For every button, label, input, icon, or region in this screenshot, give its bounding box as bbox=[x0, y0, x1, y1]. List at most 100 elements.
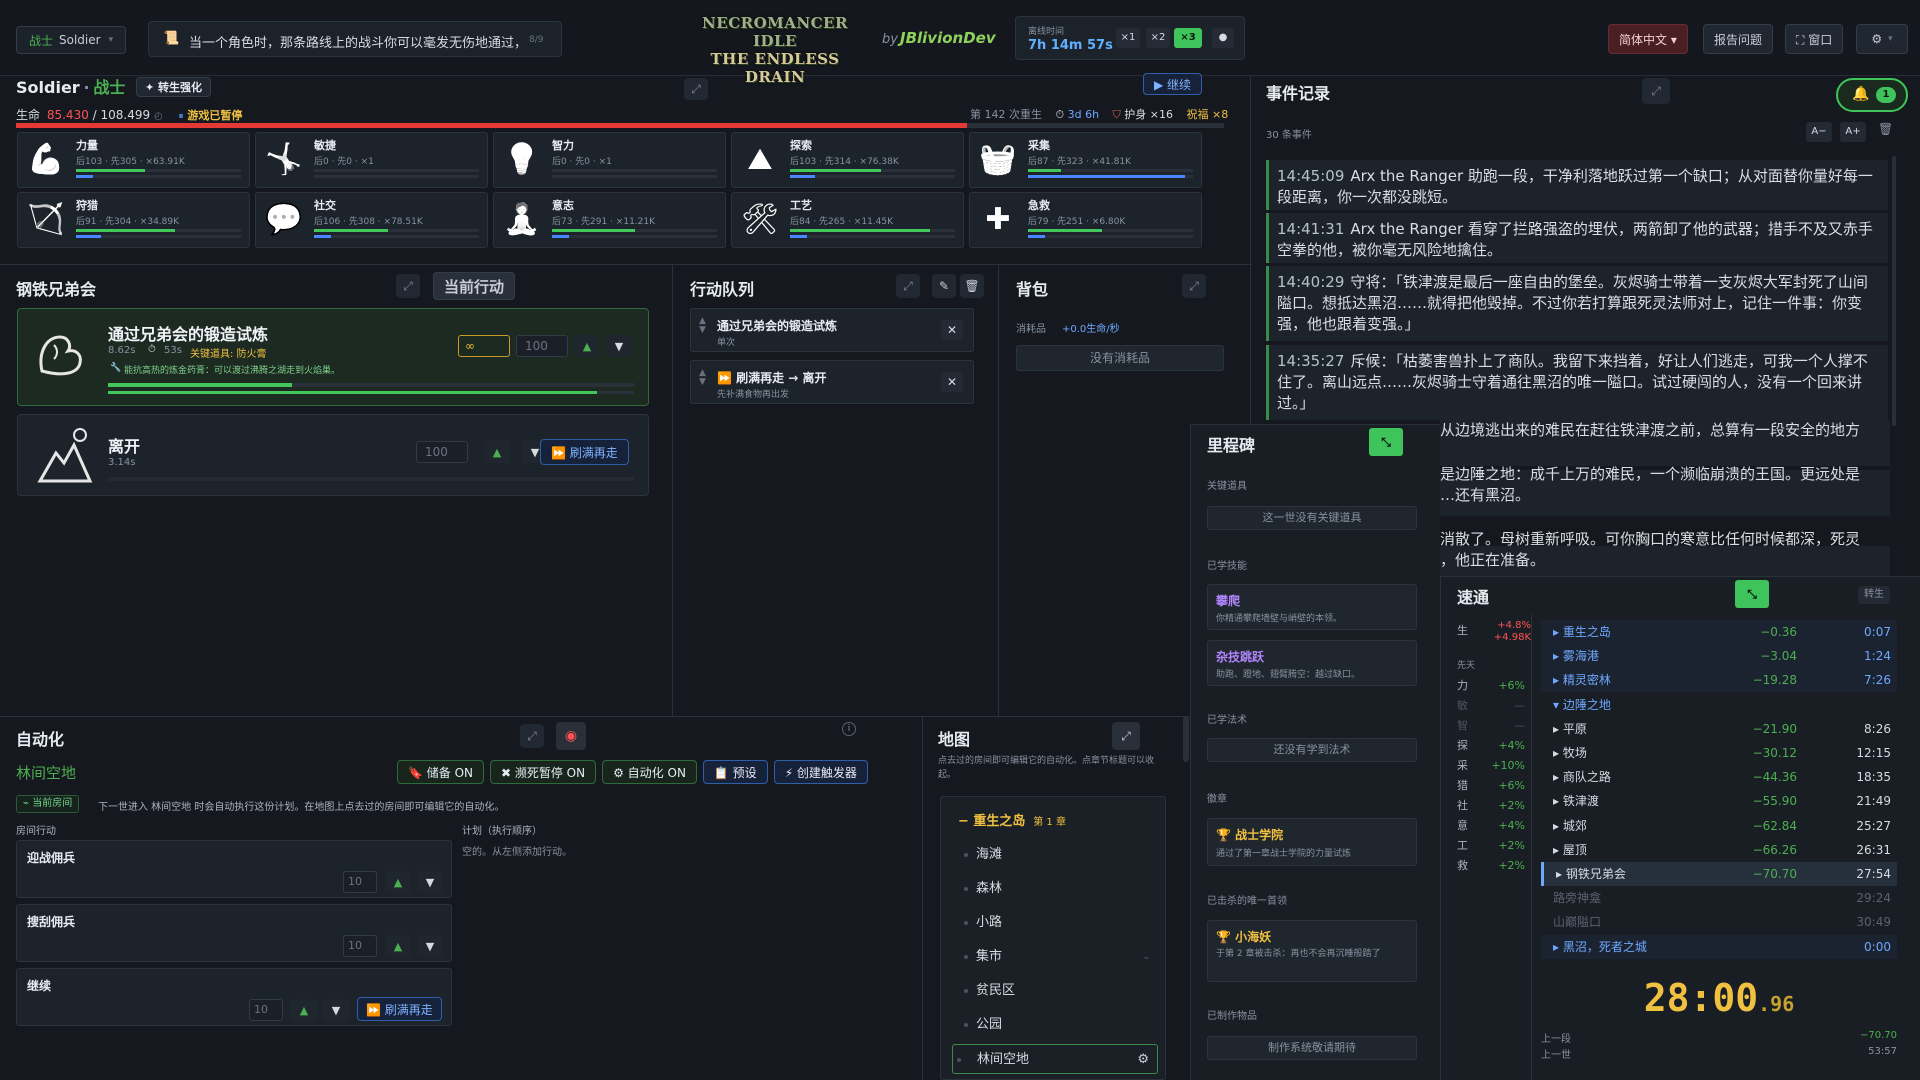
language-selector[interactable]: 简体中文 ▾ bbox=[1608, 24, 1688, 54]
map-room[interactable]: 公园 bbox=[960, 1010, 1160, 1040]
action-card[interactable]: 通过兄弟会的锻造试炼 8.62s ⏱ 53s 关键道具: 防火膏 🔧 能抗高热的… bbox=[17, 308, 649, 406]
split-row[interactable]: ▸ 平原 −21.90 8:26 bbox=[1541, 717, 1897, 741]
room-action-card[interactable]: 迎战佣兵 10 ▲ ▼ bbox=[16, 840, 452, 898]
expand-icon[interactable]: ⤢ bbox=[1642, 78, 1670, 104]
tip-box[interactable]: 📜 当一个角色时，那条路线上的战斗你可以毫发无伤地通过，降 8/9 bbox=[148, 21, 562, 57]
collapse-icon[interactable]: ⤡ bbox=[1735, 580, 1769, 608]
split-name: 路旁神龛 bbox=[1553, 891, 1602, 906]
hunt-icon: 🏹 bbox=[27, 202, 65, 237]
settings-button[interactable]: ⚙ ▾ bbox=[1856, 24, 1908, 54]
quantity-input[interactable]: 10 bbox=[249, 999, 283, 1021]
font-increase-button[interactable]: A+ bbox=[1840, 122, 1866, 142]
quantity-input[interactable]: 10 bbox=[343, 935, 377, 957]
map-room[interactable]: 小路 bbox=[960, 908, 1160, 938]
expand-icon[interactable]: ⤢ bbox=[1182, 274, 1206, 298]
rebirth-tag[interactable]: 转生 bbox=[1858, 586, 1890, 604]
info-icon[interactable]: i bbox=[842, 722, 856, 736]
room-action-card[interactable]: 搜刮佣兵 10 ▲ ▼ bbox=[16, 904, 452, 962]
split-row[interactable]: ▸ 重生之岛 −0.36 0:07 bbox=[1541, 620, 1897, 644]
increase-button[interactable]: ▲ bbox=[385, 935, 411, 957]
speed-x3-button[interactable]: ×3 bbox=[1174, 28, 1202, 48]
tab-current-action[interactable]: 当前行动 bbox=[433, 272, 516, 300]
split-row[interactable]: ▸ 雾海港 −3.04 1:24 bbox=[1541, 644, 1897, 669]
quantity-input[interactable]: 10 bbox=[343, 871, 377, 893]
automation-toggle[interactable]: ⚙ 自动化 ON bbox=[602, 760, 697, 784]
presets-button[interactable]: 📋 预设 bbox=[702, 760, 768, 784]
quantity-input[interactable]: 100 bbox=[416, 441, 468, 463]
notifications-button[interactable]: 🔔 1 bbox=[1836, 78, 1908, 112]
split-row[interactable]: ▸ 黑沼，死者之城 0:00 bbox=[1541, 934, 1897, 959]
split-delta: −70.70 bbox=[1752, 867, 1797, 881]
speed-x1-button[interactable]: ×1 bbox=[1116, 28, 1140, 48]
expand-icon[interactable]: ⤢ bbox=[1112, 722, 1140, 750]
stat-value: +6% bbox=[1498, 779, 1525, 792]
map-room[interactable]: 海滩 bbox=[960, 840, 1160, 870]
eye-icon[interactable]: ◉ bbox=[556, 722, 586, 750]
action-card[interactable]: 离开 3.14s 100 ▲ ▼ ⏩ 刷满再走 bbox=[17, 414, 649, 496]
learned-skills-label: 已学技能 bbox=[1207, 561, 1247, 572]
split-row[interactable]: ▸ 钢铁兄弟会 −70.70 27:54 bbox=[1541, 862, 1897, 886]
split-row[interactable]: ▸ 牧场 −30.12 12:15 bbox=[1541, 741, 1897, 765]
drag-handle-icon[interactable]: ▲ ▼ bbox=[699, 369, 706, 387]
speed-x2-button[interactable]: ×2 bbox=[1146, 28, 1170, 48]
expand-icon[interactable]: ⤢ bbox=[396, 274, 420, 298]
split-row[interactable]: 山巅隘口 30:49 bbox=[1541, 910, 1897, 934]
trash-icon[interactable]: 🗑 bbox=[1878, 122, 1893, 136]
continue-button[interactable]: ▶ 继续 bbox=[1143, 73, 1203, 95]
increase-button[interactable]: ▲ bbox=[385, 871, 411, 893]
decrease-button[interactable]: ▼ bbox=[417, 935, 443, 957]
scrollbar[interactable] bbox=[1183, 716, 1189, 762]
skill-bar-1-fill bbox=[552, 229, 635, 232]
drag-handle-icon[interactable]: ▲ ▼ bbox=[699, 317, 706, 335]
repeat-until-full-button[interactable]: ⏩ 刷满再走 bbox=[357, 997, 442, 1021]
chevron-down-icon[interactable]: ⌄ bbox=[1142, 942, 1150, 972]
split-row[interactable]: ▸ 精灵密林 −19.28 7:26 bbox=[1541, 668, 1897, 693]
expand-icon[interactable]: ⤢ bbox=[896, 274, 920, 298]
close-icon[interactable]: ✕ bbox=[941, 320, 963, 340]
trash-icon[interactable]: 🗑 bbox=[960, 274, 984, 298]
gear-icon[interactable]: ⚙ bbox=[1137, 1045, 1149, 1075]
decrease-button[interactable]: ▼ bbox=[323, 999, 349, 1021]
decrease-button[interactable]: ▼ bbox=[606, 335, 632, 357]
reserve-toggle[interactable]: 🔖 储备 ON bbox=[397, 760, 484, 784]
room-action-card[interactable]: 继续 10 ▲ ▼ ⏩ 刷满再走 bbox=[16, 968, 452, 1026]
map-room[interactable]: 贫民区 bbox=[960, 976, 1160, 1006]
split-row[interactable]: ▸ 商队之路 −44.36 18:35 bbox=[1541, 765, 1897, 789]
split-row[interactable]: ▸ 屋顶 −66.26 26:31 bbox=[1541, 838, 1897, 862]
pencil-icon[interactable]: ✎ bbox=[932, 274, 956, 298]
expand-icon[interactable]: ⤢ bbox=[684, 78, 708, 100]
split-row[interactable]: 路旁神龛 29:24 bbox=[1541, 886, 1897, 910]
pause-on-death-toggle[interactable]: ✖ 濒死暂停 ON bbox=[490, 760, 597, 784]
map-room[interactable]: 林间空地 ⚙ bbox=[952, 1044, 1158, 1074]
font-decrease-button[interactable]: A− bbox=[1806, 122, 1832, 142]
create-trigger-button[interactable]: ⚡ 创建触发器 bbox=[773, 760, 868, 784]
repeat-until-full-button[interactable]: ⏩ 刷满再走 bbox=[540, 439, 629, 465]
increase-button[interactable]: ▲ bbox=[484, 441, 510, 463]
increase-button[interactable]: ▲ bbox=[291, 999, 317, 1021]
collapse-icon[interactable]: ⤡ bbox=[1369, 428, 1403, 456]
increase-button[interactable]: ▲ bbox=[574, 335, 600, 357]
map-room[interactable]: 集市 ⌄ bbox=[960, 942, 1160, 972]
stat-key: 生 bbox=[1457, 624, 1468, 637]
chapter-header[interactable]: − 重生之岛 第 1 章 bbox=[958, 810, 1066, 829]
decrease-button[interactable]: ▼ bbox=[417, 871, 443, 893]
stat-key: 敏 bbox=[1457, 699, 1468, 712]
ghost-icon[interactable]: ● bbox=[1212, 28, 1234, 48]
events-scrollbar[interactable] bbox=[1892, 156, 1896, 426]
report-issue-button[interactable]: 报告问题 bbox=[1703, 24, 1774, 54]
expand-icon[interactable]: ⤢ bbox=[520, 724, 544, 748]
map-room[interactable]: 森林 bbox=[960, 874, 1160, 904]
queue-item[interactable]: ▲ ▼ ⏩ 刷满再走 → 离开 先补满食物再出发 ✕ bbox=[690, 360, 974, 404]
class-selector[interactable]: 战士 Soldier ▾ bbox=[16, 26, 127, 54]
split-row[interactable]: ▸ 铁津渡 −55.90 21:49 bbox=[1541, 789, 1897, 813]
queue-item[interactable]: ▲ ▼ 通过兄弟会的锻造试炼 单次 ✕ bbox=[690, 308, 974, 352]
split-row[interactable]: ▾ 边陲之地 bbox=[1541, 693, 1897, 717]
close-icon[interactable]: ✕ bbox=[941, 372, 963, 392]
explore-icon: ⛰ bbox=[747, 142, 773, 177]
rebirth-upgrade-button[interactable]: ✦ 转生强化 bbox=[136, 77, 212, 97]
stat-row: 智 — bbox=[1457, 716, 1525, 736]
quantity-input[interactable]: 100 bbox=[516, 335, 568, 357]
window-button[interactable]: ⛶ 窗口 bbox=[1785, 24, 1844, 54]
infinite-toggle[interactable]: ∞ bbox=[458, 335, 510, 357]
split-row[interactable]: ▸ 城郊 −62.84 25:27 bbox=[1541, 814, 1897, 838]
